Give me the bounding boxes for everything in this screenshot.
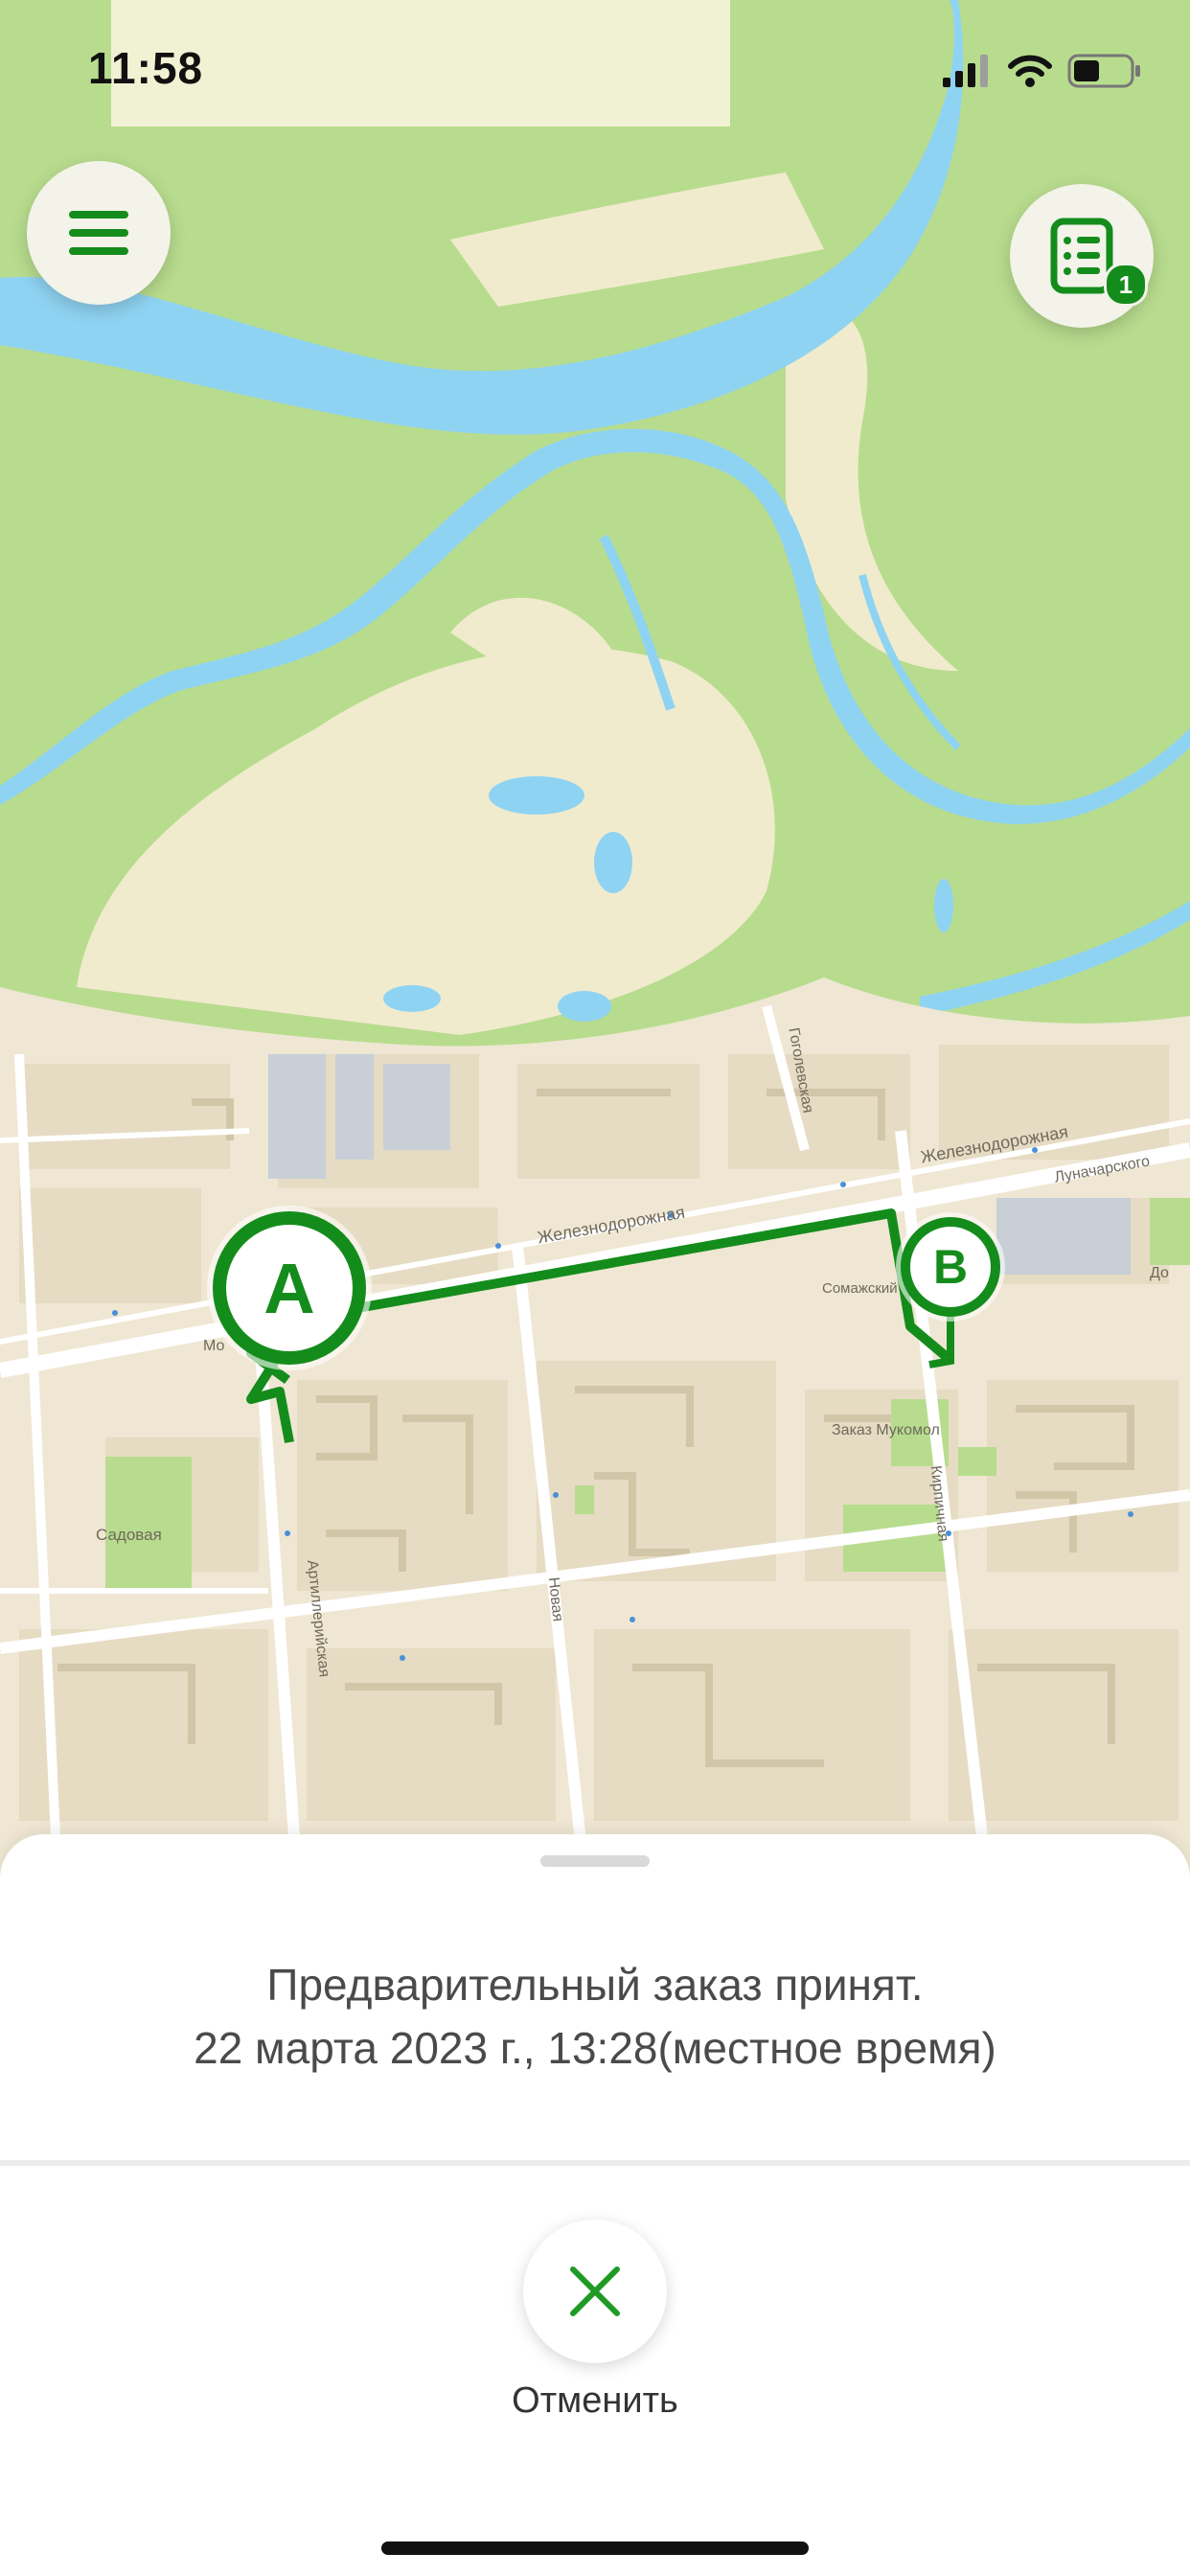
- sheet-grabber-handle[interactable]: [540, 1855, 650, 1867]
- menu-button[interactable]: [27, 161, 171, 305]
- cellular-signal-icon: [943, 55, 988, 87]
- home-indicator[interactable]: [381, 2542, 809, 2555]
- order-status-sheet: Предварительный заказ принят. 22 марта 2…: [0, 1834, 1190, 2576]
- poi-label-somazhsky: Сомажский: [822, 1280, 898, 1297]
- map-view[interactable]: Железнодорожная Железнодорожная Гоголевс…: [0, 0, 1190, 1878]
- battery-icon: [1067, 54, 1140, 88]
- route-point-b-marker[interactable]: B: [901, 1217, 1000, 1317]
- status-time: 11:58: [88, 43, 204, 93]
- order-status-title: Предварительный заказ принят.: [266, 1960, 924, 2010]
- orders-button[interactable]: 1: [1010, 184, 1154, 328]
- order-datetime: 22 марта 2023 г., 13:28(местное время): [194, 2023, 996, 2073]
- route-point-a-marker[interactable]: A: [213, 1211, 366, 1365]
- close-x-icon: [570, 2266, 620, 2316]
- status-bar: 11:58: [0, 0, 1190, 134]
- hamburger-menu-icon: [69, 211, 128, 255]
- sheet-divider: [0, 2160, 1190, 2166]
- status-bar-overlay: [111, 0, 730, 126]
- orders-count-badge: 1: [1104, 263, 1148, 307]
- wifi-icon: [1008, 55, 1052, 87]
- poi-label-zakaznik: Заказ Мукомол: [832, 1422, 940, 1438]
- status-icons: [943, 54, 1142, 88]
- map-canvas: [0, 0, 1190, 1878]
- poi-label-sadovaya: Садовая: [96, 1526, 162, 1544]
- cancel-order-label: Отменить: [512, 2380, 678, 2421]
- street-label-mo: Мо: [203, 1338, 225, 1354]
- street-label-do: До: [1150, 1265, 1169, 1281]
- cancel-order-button[interactable]: [523, 2220, 667, 2363]
